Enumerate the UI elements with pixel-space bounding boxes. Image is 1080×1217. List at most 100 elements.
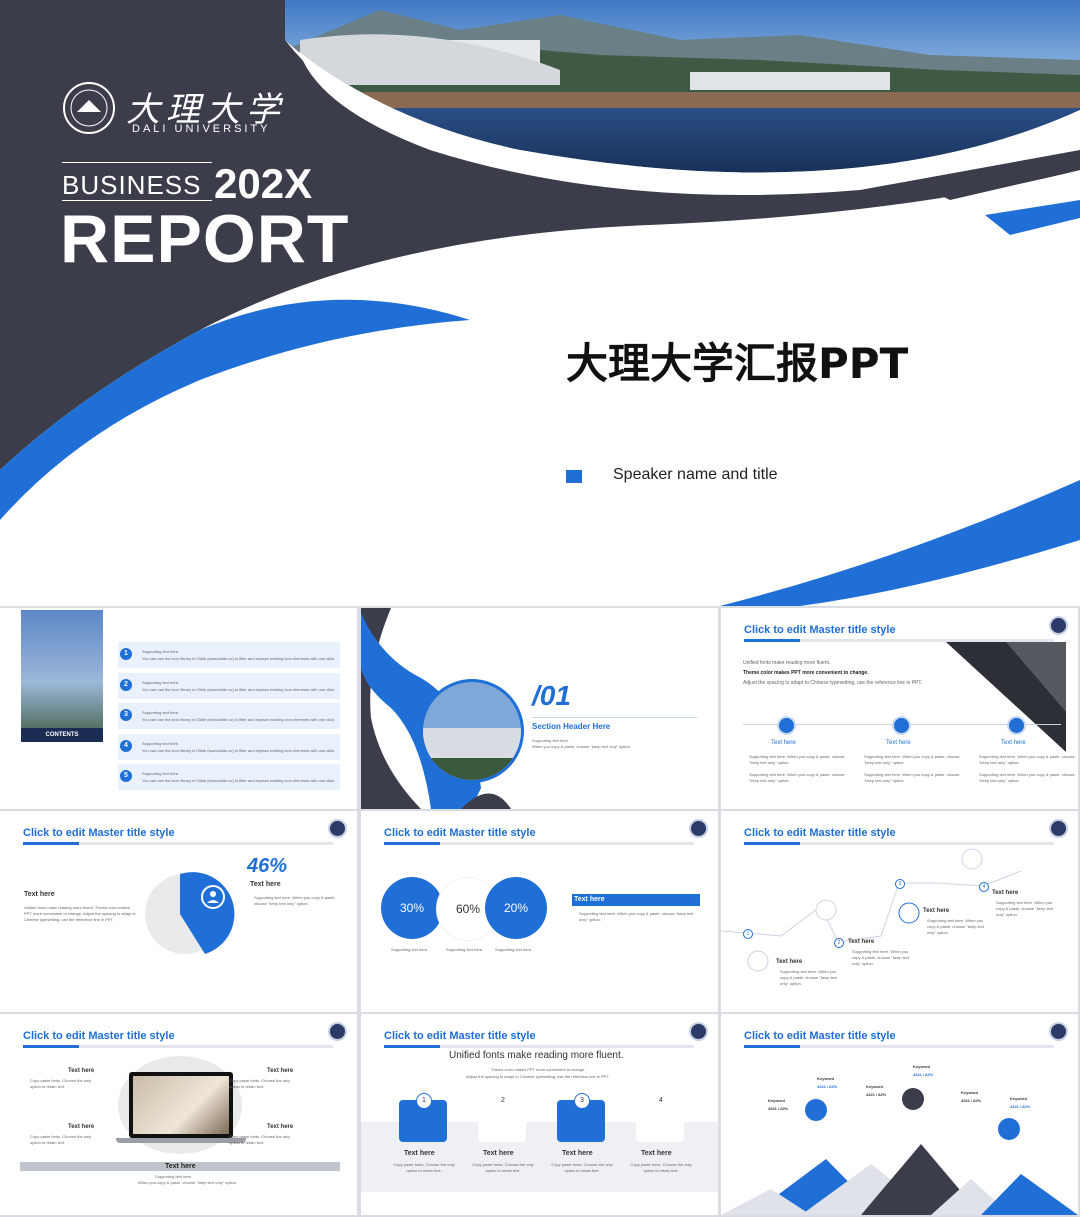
keyword-value: 4321 / 82%	[866, 1092, 887, 1097]
map-pin-icon	[805, 1099, 827, 1121]
step-body: Supporting text here. When you copy & pa…	[780, 969, 838, 986]
keyword-value: 4321 / 82%	[768, 1106, 789, 1111]
thumbnail-percent-circles[interactable]: Click to edit Master title style 30% Supp…	[361, 811, 718, 1012]
percent-circle: 20%	[485, 877, 547, 939]
thumbnail-laptop[interactable]: Click to edit Master title style Text he…	[0, 1014, 357, 1215]
section-header: Section Header Here	[532, 722, 611, 731]
feature-label: Text here	[68, 1124, 95, 1130]
list-item: 2 Supporting text here. You can use the ic…	[118, 672, 340, 699]
step-number: 4	[979, 882, 989, 892]
university-logo-icon	[1049, 616, 1068, 635]
slide-title: Click to edit Master title style	[23, 827, 175, 839]
step-number: 2	[834, 938, 844, 948]
percent-value: 46%	[247, 855, 288, 877]
contents-label: CONTENTS	[21, 728, 103, 742]
list-item: 4 Supporting text here. You can use the ic…	[118, 733, 340, 760]
list-number: 2	[120, 678, 132, 691]
main-title: 大理大学汇报PPT	[566, 339, 909, 388]
keyword-label: Keyword	[866, 1084, 883, 1089]
feature-label: Text here	[267, 1124, 294, 1130]
list-head: Supporting text here.	[142, 679, 180, 685]
banner-label: Text here	[574, 896, 605, 903]
column-label: Text here	[771, 740, 796, 746]
percent-circle: 30%	[381, 877, 443, 939]
circle-caption: Supporting text here.	[391, 947, 429, 952]
step-body: Supporting text here. When you copy & pa…	[852, 949, 910, 966]
step-label: Text here	[992, 890, 1019, 896]
list-head: Supporting text here.	[142, 740, 180, 746]
step-number: 1	[743, 929, 753, 939]
thumbnail-pie-chart[interactable]: Click to edit Master title style 46% Tex…	[0, 811, 357, 1012]
thumbnail-mountain-chart[interactable]: Click to edit Master title style Keyword…	[721, 1014, 1078, 1215]
feature-body: Copy paste fonts. Choose the only option…	[30, 1134, 92, 1145]
university-logo-icon	[328, 1022, 347, 1041]
keyword-value: 4321 / 82%	[961, 1098, 982, 1103]
slide-title: Click to edit Master title style	[744, 624, 896, 636]
column-body: Supporting text here. When you copy & pa…	[749, 772, 845, 783]
keyword-value: 4321 / 82%	[1010, 1104, 1031, 1109]
card-label: Text here	[641, 1150, 672, 1157]
list-body: You can use the icon library in iSlide (…	[142, 717, 336, 722]
card-number: 2	[495, 1093, 511, 1109]
thumbnail-section-header[interactable]: /01 Section Header Here Supporting text …	[361, 608, 718, 809]
list-number: 5	[120, 770, 132, 782]
list-head: Supporting text here.	[142, 710, 180, 715]
thumbnail-numbered-cards[interactable]: Click to edit Master title style Unified…	[361, 1014, 718, 1215]
body-text: Unified fonts make reading more fluent. …	[24, 905, 136, 922]
step-label: Text here	[848, 939, 875, 945]
list-item: 1 Supporting text here. You can use the ic…	[118, 642, 340, 668]
timeline-node-icon	[892, 716, 911, 735]
sub-text: Adjust the spacing to adapt to Chinese t…	[466, 1074, 610, 1079]
feature-body: Copy paste fonts. Choose the only option…	[30, 1078, 92, 1089]
keyword-label: Keyword	[1010, 1096, 1027, 1101]
column-body: Supporting text here. When you copy & pa…	[979, 754, 1075, 765]
speaker-marker	[566, 470, 582, 483]
thumbnail-contents[interactable]: CONTENTS 1 Supporting text here. You can u…	[0, 608, 357, 809]
step-body: Supporting text here. When you copy & pa…	[996, 900, 1054, 917]
keyword-label: Keyword	[817, 1076, 834, 1081]
feature-body: Copy paste fonts. Choose the only option…	[229, 1134, 291, 1145]
laptop-base	[116, 1138, 246, 1143]
circle-caption: Supporting text here.	[495, 947, 533, 952]
keyword-label: Keyword	[913, 1064, 930, 1069]
label: Text here	[24, 891, 55, 898]
timeline-node-icon	[1007, 716, 1026, 735]
list-item: 3 Supporting text here. You can use the ic…	[118, 703, 340, 729]
body-text: Supporting text here. When you copy & pa…	[579, 911, 694, 922]
university-logo-icon	[689, 1022, 708, 1041]
thumbnail-text-columns[interactable]: Click to edit Master title style Unified…	[721, 608, 1078, 809]
campus-photo	[21, 610, 103, 742]
title-underline	[23, 842, 333, 845]
body-text: Supporting text here. When you copy & pa…	[254, 895, 336, 906]
feature-body: Copy paste fonts. Choose the only option…	[229, 1078, 291, 1089]
keyword-label: Keyword	[961, 1090, 978, 1095]
thumbnail-step-diagram[interactable]: Click to edit Master title style 1 Text h…	[721, 811, 1078, 1012]
list-number: 4	[120, 739, 132, 752]
column-label: Text here	[886, 740, 911, 746]
corner-photo	[946, 642, 1066, 752]
title-slide: 大理大学 DALI UNIVERSITY BUSINESS 202X REPOR…	[0, 0, 1080, 606]
step-label: Text here	[923, 908, 950, 914]
title-underline	[23, 1045, 333, 1048]
card-body: Copy paste fonts. Choose the only option…	[551, 1162, 613, 1173]
list-number: 3	[120, 709, 132, 721]
card-number: 1	[416, 1093, 432, 1109]
column-body: Supporting text here. When you copy & pa…	[979, 772, 1075, 783]
step-body: Supporting text here. When you copy & pa…	[927, 918, 985, 935]
list-head: Supporting text here.	[142, 649, 180, 654]
body-line: Adjust the spacing to adapt to Chinese t…	[743, 680, 923, 686]
card-body: Copy paste fonts. Choose the only option…	[472, 1162, 534, 1173]
university-logo-icon	[328, 819, 347, 838]
body-line: Unified fonts make reading more fluent.	[743, 660, 831, 666]
slide-title: Click to edit Master title style	[384, 1030, 536, 1042]
card-number: 4	[653, 1093, 669, 1109]
card-label: Text here	[562, 1150, 593, 1157]
keyword-label: Keyword	[768, 1098, 785, 1103]
mountains	[721, 1144, 1078, 1215]
body-line: Theme color makes PPT more convenient to…	[743, 670, 869, 676]
title-underline	[384, 1045, 694, 1048]
timeline-node-icon	[777, 716, 796, 735]
brand-english-name: DALI UNIVERSITY	[132, 123, 271, 135]
label: Text here	[165, 1163, 196, 1170]
body-text: When you copy & paste, choose "keep text…	[138, 1180, 238, 1185]
